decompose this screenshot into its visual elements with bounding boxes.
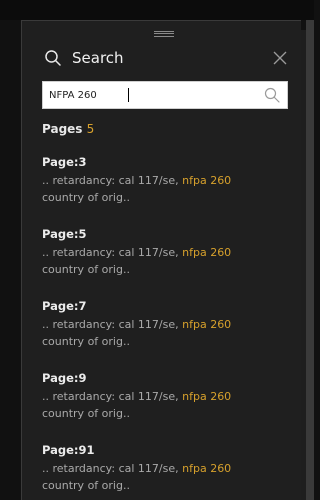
snippet-suffix: country of orig.. [42, 335, 130, 348]
search-panel-header: Search [22, 45, 301, 73]
result-snippet: .. retardancy: cal 117/se, nfpa 260 count… [42, 244, 292, 278]
search-icon [45, 50, 61, 66]
snippet-match: nfpa 260 [182, 462, 232, 475]
result-page: Page:5 [42, 227, 87, 241]
snippet-prefix: .. retardancy: cal 117/se, [42, 318, 183, 331]
text-cursor [128, 88, 129, 102]
snippet-match: nfpa 260 [182, 246, 232, 259]
scrollbar-edge [306, 20, 314, 500]
snippet-suffix: country of orig.. [42, 407, 130, 420]
search-box [42, 81, 288, 109]
result-snippet: .. retardancy: cal 117/se, nfpa 260 count… [42, 316, 292, 350]
top-bar [0, 0, 314, 20]
search-input[interactable] [43, 82, 259, 108]
search-panel: Search Pages 5 Page:3 .. retardancy: cal… [21, 20, 301, 500]
result-page: Page:91 [42, 443, 95, 457]
snippet-prefix: .. retardancy: cal 117/se, [42, 174, 183, 187]
result-snippet: .. retardancy: cal 117/se, nfpa 260 count… [42, 460, 292, 494]
result-item[interactable]: Page:5 .. retardancy: cal 117/se, nfpa 2… [42, 226, 292, 298]
close-icon[interactable] [270, 48, 290, 68]
panel-title: Search [72, 49, 124, 67]
result-snippet: .. retardancy: cal 117/se, nfpa 260 count… [42, 388, 292, 422]
result-item[interactable]: Page:3 .. retardancy: cal 117/se, nfpa 2… [42, 154, 292, 226]
snippet-suffix: country of orig.. [42, 479, 130, 492]
snippet-prefix: .. retardancy: cal 117/se, [42, 390, 183, 403]
result-page: Page:7 [42, 299, 87, 313]
pages-label: Pages [42, 122, 83, 136]
snippet-suffix: country of orig.. [42, 263, 130, 276]
result-item[interactable]: Page:7 .. retardancy: cal 117/se, nfpa 2… [42, 298, 292, 370]
result-item[interactable]: Page:91 .. retardancy: cal 117/se, nfpa … [42, 442, 292, 500]
results-count: Pages 5 [42, 121, 94, 137]
search-icon[interactable] [264, 87, 280, 103]
drag-handle-icon[interactable] [154, 31, 174, 37]
pages-count: 5 [86, 122, 95, 136]
snippet-suffix: country of orig.. [42, 191, 130, 204]
snippet-match: nfpa 260 [182, 174, 232, 187]
result-item[interactable]: Page:9 .. retardancy: cal 117/se, nfpa 2… [42, 370, 292, 442]
snippet-match: nfpa 260 [182, 390, 232, 403]
snippet-prefix: .. retardancy: cal 117/se, [42, 246, 183, 259]
result-page: Page:3 [42, 155, 87, 169]
snippet-prefix: .. retardancy: cal 117/se, [42, 462, 183, 475]
result-page: Page:9 [42, 371, 87, 385]
results-list: Page:3 .. retardancy: cal 117/se, nfpa 2… [42, 154, 292, 500]
snippet-match: nfpa 260 [182, 318, 232, 331]
result-snippet: .. retardancy: cal 117/se, nfpa 260 count… [42, 172, 292, 206]
